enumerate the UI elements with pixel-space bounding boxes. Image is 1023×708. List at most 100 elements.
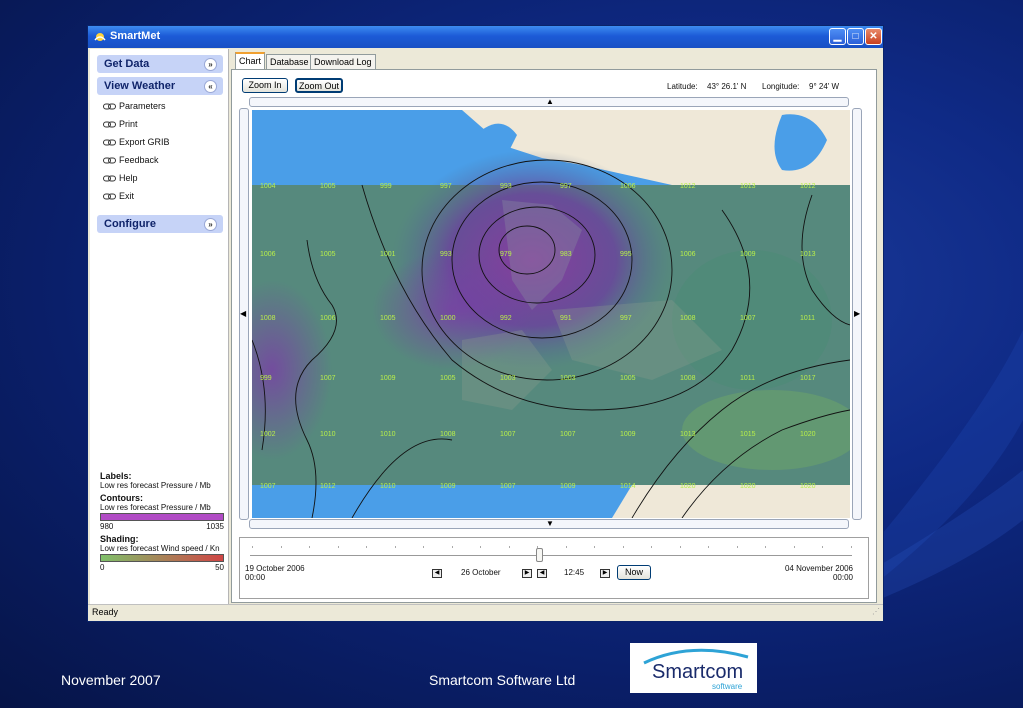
arrow-right-icon: ▶ [854, 309, 861, 318]
legend-shading-value: Low res forecast Wind speed / Kn [100, 544, 220, 553]
arrow-left-icon: ◀ [240, 309, 247, 318]
tab-chart[interactable]: Chart [235, 52, 266, 69]
tab-database[interactable]: Database [266, 54, 313, 69]
title-bar: SmartMet ▁ □ ✕ [88, 26, 883, 48]
menu-item-exit[interactable]: Exit [103, 191, 134, 205]
time-slider-panel: 19 October 2006 00:00 ◀ 26 October ▶ ◀ 1… [239, 537, 869, 599]
date-prev-button[interactable]: ◀ [432, 569, 442, 578]
pan-left-bar[interactable]: ◀ [239, 108, 249, 520]
section-get-data[interactable]: Get Data » [97, 55, 223, 73]
footer-company: Smartcom Software Ltd [429, 672, 576, 688]
pressure-label: 1010 [380, 431, 396, 438]
pressure-label: 1013 [680, 431, 696, 438]
pressure-label: 1013 [740, 183, 756, 190]
pressure-label: 999 [260, 375, 272, 382]
slider-tick [423, 546, 424, 548]
pressure-label: 993 [440, 251, 452, 258]
time-slider-thumb[interactable] [535, 548, 543, 562]
pressure-label: 1007 [260, 483, 276, 490]
minimize-button[interactable]: ▁ [829, 28, 846, 45]
zoom-in-button[interactable]: Zoom In [242, 78, 288, 93]
svg-text:Smartcom: Smartcom [652, 661, 743, 683]
pressure-label: 1008 [260, 315, 276, 322]
start-date: 19 October 2006 [245, 564, 305, 573]
slider-tick [565, 546, 567, 548]
slider-tick [822, 546, 823, 548]
slider-tick [252, 546, 253, 548]
menu-item-parameters[interactable]: Parameters [103, 101, 166, 115]
double-chevron-up-icon[interactable]: « [204, 80, 217, 93]
pressure-label: 1005 [380, 315, 396, 322]
legend-contours-heading: Contours: [100, 493, 143, 503]
link-icon [103, 139, 116, 146]
pan-down-bar[interactable]: ▼ [249, 519, 849, 529]
latitude-value: 43° 26.1' N [707, 82, 747, 91]
pressure-label: 1013 [800, 251, 816, 258]
menu-item-export-grib[interactable]: Export GRIB [103, 137, 170, 151]
main-area: Chart Database Download Log Zoom In Zoom… [231, 52, 881, 604]
pressure-label: 997 [620, 315, 632, 322]
pan-up-bar[interactable]: ▲ [249, 97, 849, 107]
weather-map[interactable]: 1004 1005 999 997 993 997 1006 1012 1013 1012 1006… [252, 110, 850, 518]
section-configure[interactable]: Configure » [97, 215, 223, 233]
start-time: 00:00 [245, 573, 266, 582]
pressure-label: 997 [560, 183, 572, 190]
pressure-label: 1006 [620, 183, 636, 190]
smartcom-logo: Smartcom software [630, 643, 757, 693]
double-chevron-down-icon[interactable]: » [204, 218, 217, 231]
pressure-label: 1008 [680, 315, 696, 322]
pressure-label: 1007 [500, 431, 516, 438]
latitude-label: Latitude: [667, 82, 698, 91]
resize-grip-icon[interactable]: ⋰ [872, 607, 880, 616]
pressure-label: 1017 [800, 375, 816, 382]
current-time: 12:45 [564, 568, 585, 577]
date-next-button[interactable]: ▶ [522, 569, 532, 578]
link-icon [103, 157, 116, 164]
slider-tick [280, 546, 282, 548]
link-icon [103, 121, 116, 128]
double-chevron-down-icon[interactable]: » [204, 58, 217, 71]
smartmet-window: SmartMet ▁ □ ✕ Get Data » View Weather «… [87, 25, 884, 622]
time-prev-button[interactable]: ◀ [537, 569, 547, 578]
slider-tick [337, 546, 339, 548]
pressure-label: 991 [560, 315, 572, 322]
slider-tick [622, 546, 624, 548]
pressure-label: 999 [380, 183, 392, 190]
slider-tick [651, 546, 652, 548]
pressure-label: 995 [620, 251, 632, 258]
time-slider-track[interactable] [250, 555, 852, 556]
tab-download-log[interactable]: Download Log [310, 54, 376, 69]
pressure-label: 1012 [800, 183, 816, 190]
menu-item-feedback[interactable]: Feedback [103, 155, 159, 169]
pressure-label: 1009 [620, 431, 636, 438]
sidebar: Get Data » View Weather « Parameters Pri… [90, 49, 229, 604]
pressure-label: 997 [440, 183, 452, 190]
time-next-button[interactable]: ▶ [600, 569, 610, 578]
menu-item-print[interactable]: Print [103, 119, 138, 133]
close-button[interactable]: ✕ [865, 28, 882, 45]
section-view-weather[interactable]: View Weather « [97, 77, 223, 95]
link-icon [103, 193, 116, 200]
slider-tick [309, 546, 310, 548]
slider-tick [594, 546, 595, 548]
pressure-label: 1011 [800, 315, 815, 322]
pressure-label: 1005 [320, 251, 336, 258]
pressure-label: 1010 [320, 431, 336, 438]
zoom-out-button[interactable]: Zoom Out [295, 78, 343, 93]
pressure-label: 1001 [380, 251, 396, 258]
pressure-label: 1009 [560, 483, 576, 490]
shading-min: 0 [100, 563, 105, 572]
pressure-label: 992 [500, 315, 512, 322]
pressure-label: 1006 [260, 251, 276, 258]
pressure-label: 1020 [800, 431, 816, 438]
pressure-label: 1002 [260, 431, 276, 438]
maximize-button[interactable]: □ [847, 28, 864, 45]
pan-right-bar[interactable]: ▶ [852, 108, 862, 520]
menu-item-help[interactable]: Help [103, 173, 138, 187]
arrow-up-icon: ▲ [546, 97, 554, 106]
slider-tick [366, 546, 367, 548]
now-button[interactable]: Now [617, 565, 651, 580]
link-icon [103, 175, 116, 182]
current-date: 26 October [461, 568, 501, 577]
pressure-label: 1009 [380, 375, 396, 382]
